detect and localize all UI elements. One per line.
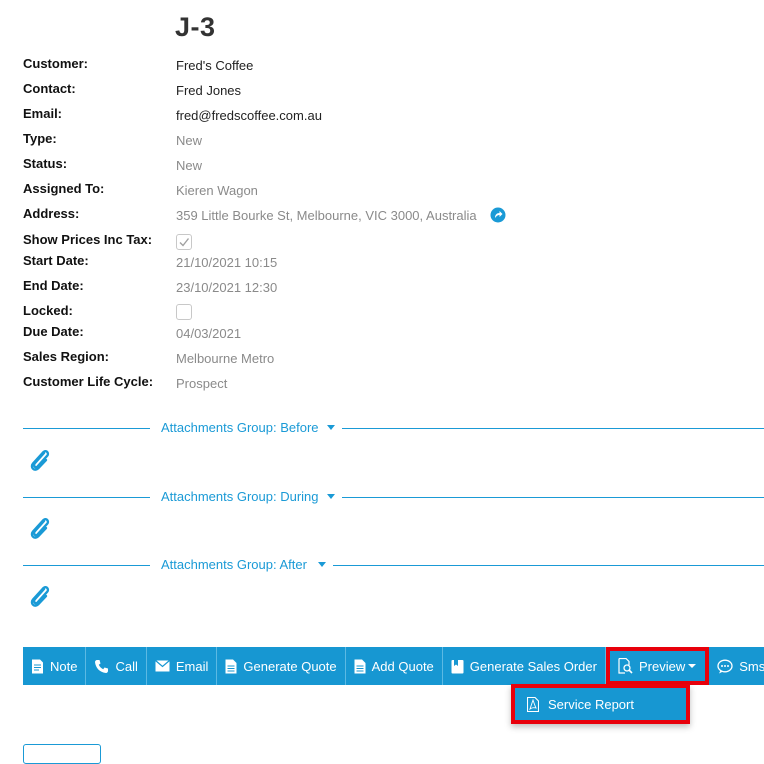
field-value: 21/10/2021 10:15 (176, 255, 278, 270)
paperclip-icon[interactable] (28, 583, 52, 609)
paperclip-icon[interactable] (28, 515, 52, 541)
divider (23, 497, 150, 498)
email-link[interactable]: fred@fredscoffee.com.au (176, 108, 322, 123)
field-sales-region: Sales Region: Melbourne Metro (23, 349, 723, 369)
navigate-icon[interactable] (490, 207, 506, 223)
divider (342, 497, 764, 498)
attachments-group-toggle[interactable]: Attachments Group: After (161, 557, 307, 572)
divider (23, 565, 150, 566)
generate-quote-button-label: Generate Quote (243, 658, 337, 674)
field-contact: Contact: Fred Jones (23, 81, 723, 101)
field-label: Status: (23, 156, 68, 171)
envelope-icon (154, 660, 170, 672)
paperclip-icon[interactable] (28, 447, 52, 473)
field-type: Type: New (23, 131, 723, 151)
field-assigned-to: Assigned To: Kieren Wagon (23, 181, 723, 201)
field-status: Status: New (23, 156, 723, 176)
add-quote-button[interactable]: Add Quote (345, 647, 443, 685)
field-start-date: Start Date: 21/10/2021 10:15 (23, 253, 723, 273)
sms-button-label: Sms (739, 658, 764, 674)
field-label: Show Prices Inc Tax: (23, 232, 153, 247)
email-button[interactable]: Email (146, 647, 218, 685)
show-prices-inc-tax-checkbox[interactable] (176, 234, 192, 250)
document-icon (354, 659, 366, 673)
job-title: J-3 (175, 12, 216, 42)
field-label: Assigned To: (23, 181, 105, 196)
attachments-group-before: Attachments Group: Before (23, 420, 764, 436)
field-email: Email: fred@fredscoffee.com.au (23, 106, 723, 126)
attachments-group-after: Attachments Group: After (23, 557, 764, 573)
check-icon (179, 238, 190, 247)
field-locked: Locked: (23, 303, 723, 323)
field-show-prices-inc-tax: Show Prices Inc Tax: (23, 232, 723, 252)
field-value: 23/10/2021 12:30 (176, 280, 278, 295)
action-toolbar: Note Call Email Generate Quote Add Quote (23, 647, 764, 685)
field-value: New (176, 158, 203, 173)
call-button[interactable]: Call (86, 647, 147, 685)
field-address: Address: 359 Little Bourke St, Melbourne… (23, 206, 723, 226)
generate-sales-order-button[interactable]: Generate Sales Order (442, 647, 606, 685)
caret-down-icon[interactable] (318, 562, 326, 567)
menu-item-service-report[interactable]: Service Report (515, 688, 686, 720)
field-label: Address: (23, 206, 80, 221)
field-label: Due Date: (23, 324, 84, 339)
attachments-group-toggle[interactable]: Attachments Group: During (161, 489, 319, 504)
field-value: Melbourne Metro (176, 351, 275, 366)
customer-link[interactable]: Fred's Coffee (176, 58, 253, 73)
book-icon (451, 659, 464, 673)
generate-sales-order-button-label: Generate Sales Order (469, 658, 597, 674)
generate-quote-button[interactable]: Generate Quote (217, 647, 346, 685)
note-icon (32, 659, 43, 673)
locked-checkbox[interactable] (176, 304, 192, 320)
field-label: Type: (23, 131, 57, 146)
field-label: End Date: (23, 278, 84, 293)
field-customer-life-cycle: Customer Life Cycle: Prospect (23, 374, 723, 394)
field-value: Kieren Wagon (176, 183, 258, 198)
pdf-icon (527, 696, 539, 712)
field-label: Customer Life Cycle: (23, 374, 154, 389)
preview-dropdown-button[interactable]: Preview (605, 647, 710, 685)
divider (333, 565, 764, 566)
email-button-label: Email (175, 658, 209, 674)
sms-button[interactable]: Sms (709, 647, 764, 685)
field-value: 359 Little Bourke St, Melbourne, VIC 300… (176, 208, 477, 223)
preview-icon (618, 658, 633, 674)
field-customer: Customer: Fred's Coffee (23, 56, 723, 76)
divider (342, 428, 764, 429)
menu-item-label: Service Report (548, 696, 634, 712)
caret-down-icon[interactable] (327, 494, 335, 499)
partial-button[interactable] (23, 744, 101, 764)
field-label: Sales Region: (23, 349, 109, 364)
chevron-down-icon (688, 664, 697, 668)
contact-link[interactable]: Fred Jones (176, 83, 241, 98)
attachments-group-toggle[interactable]: Attachments Group: Before (161, 420, 319, 435)
field-value: 04/03/2021 (176, 326, 242, 341)
add-quote-button-label: Add Quote (371, 658, 434, 674)
field-value: Prospect (176, 376, 228, 391)
preview-button-label: Preview (638, 658, 686, 674)
caret-down-icon[interactable] (327, 425, 335, 430)
field-label: Customer: (23, 56, 89, 71)
preview-dropdown-menu: Service Report (511, 684, 690, 724)
field-due-date: Due Date: 04/03/2021 (23, 324, 723, 344)
attachments-group-during: Attachments Group: During (23, 489, 764, 505)
field-label: Locked: (23, 303, 73, 318)
call-button-label: Call (115, 658, 138, 674)
sms-icon (717, 659, 733, 673)
divider (23, 428, 150, 429)
note-button-label: Note (50, 658, 78, 674)
document-icon (225, 659, 237, 673)
field-end-date: End Date: 23/10/2021 12:30 (23, 278, 723, 298)
phone-icon (95, 659, 109, 673)
field-label: Email: (23, 106, 63, 121)
field-label: Start Date: (23, 253, 89, 268)
field-label: Contact: (23, 81, 76, 96)
note-button[interactable]: Note (23, 647, 87, 685)
field-value: New (176, 133, 203, 148)
